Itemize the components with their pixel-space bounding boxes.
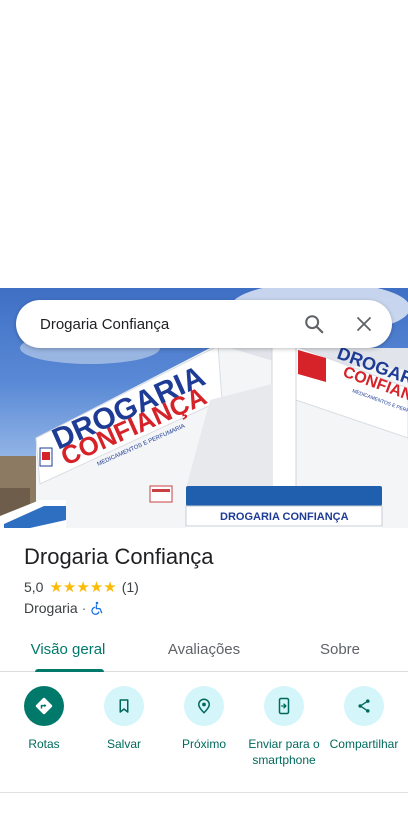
send-to-phone-label: Enviar para o smartphone [248,737,320,767]
tab-bar: Visão geral Avaliações Sobre [0,628,408,672]
nearby-label: Próximo [181,737,226,751]
search-button[interactable] [294,304,334,344]
place-info: Drogaria Confiança 5,0 ★★★★★ (1) Drogari… [24,544,384,616]
close-icon [357,317,371,331]
rating-value: 5,0 [24,579,44,595]
rating-stars: ★★★★★ [49,578,117,596]
share-icon [358,699,370,713]
wheelchair-accessible-icon [91,601,103,615]
send-to-phone-circle[interactable] [264,686,304,726]
rating-row[interactable]: 5,0 ★★★★★ (1) [24,578,384,596]
search-bar[interactable]: Drogaria Confiança [16,300,392,348]
tab-about[interactable]: Sobre [272,628,408,671]
send-to-phone-icon [278,697,290,715]
place-title: Drogaria Confiança [24,544,214,569]
tab-reviews[interactable]: Avaliações [136,628,272,671]
separator-dot: · [81,600,87,616]
share-label: Compartilhar [329,737,399,751]
review-count: (1) [121,579,139,595]
nearby-circle[interactable] [184,686,224,726]
awning-text: DROGARIA CONFIANÇA [220,511,349,523]
directions-icon [35,697,53,715]
save-label: Salvar [106,737,141,751]
search-input[interactable]: Drogaria Confiança [40,316,294,333]
category-row: Drogaria · [24,600,384,616]
directions-button[interactable]: Rotas [6,686,82,792]
tab-overview[interactable]: Visão geral [0,628,136,672]
place-category: Drogaria [24,600,78,616]
search-icon [305,315,324,334]
map-area-blank [0,0,408,288]
directions-circle[interactable] [24,686,64,726]
directions-label: Rotas [28,737,60,751]
share-button[interactable]: Compartilhar [326,686,402,792]
share-circle[interactable] [344,686,384,726]
save-button[interactable]: Salvar [86,686,162,792]
send-to-phone-button[interactable]: Enviar para o smartphone [246,686,322,792]
section-divider [0,792,408,793]
nearby-icon [198,698,210,714]
bookmark-icon [119,699,129,713]
action-bar: Rotas Salvar Próximo Enviar para o smart… [0,686,408,792]
close-button[interactable] [344,304,384,344]
save-circle[interactable] [104,686,144,726]
nearby-button[interactable]: Próximo [166,686,242,792]
